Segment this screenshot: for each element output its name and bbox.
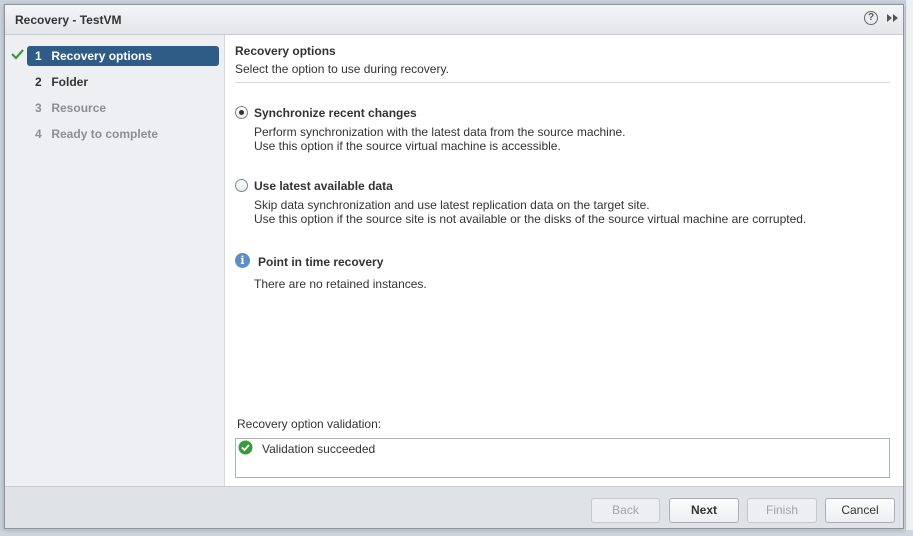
dialog-titlebar: Recovery - TestVM ? bbox=[5, 5, 903, 35]
step-label: Recovery options bbox=[51, 49, 153, 63]
help-icon[interactable]: ? bbox=[864, 11, 878, 25]
recovery-dialog: Recovery - TestVM ? 1 Recovery options 2… bbox=[4, 4, 904, 529]
step-recovery-options[interactable]: 1 Recovery options bbox=[27, 46, 219, 66]
success-check-icon bbox=[238, 440, 253, 455]
latest-data-option-label[interactable]: Use latest available data bbox=[254, 179, 393, 193]
next-button[interactable]: Next bbox=[669, 498, 739, 523]
step-ready-to-complete: 4 Ready to complete bbox=[35, 127, 159, 141]
dialog-footer: Back Next Finish Cancel bbox=[5, 486, 903, 528]
cancel-button[interactable]: Cancel bbox=[825, 498, 895, 523]
step-label: Folder bbox=[51, 75, 89, 89]
pit-text: There are no retained instances. bbox=[254, 277, 427, 291]
synchronize-option-label[interactable]: Synchronize recent changes bbox=[254, 106, 417, 120]
back-button[interactable]: Back bbox=[591, 498, 660, 523]
expand-icon[interactable] bbox=[885, 11, 901, 25]
step-folder[interactable]: 2 Folder bbox=[27, 72, 219, 92]
latest-data-desc-2: Use this option if the source site is no… bbox=[254, 212, 807, 226]
validation-status: Validation succeeded bbox=[262, 442, 376, 456]
background-app-bottom bbox=[0, 530, 913, 536]
latest-data-radio[interactable] bbox=[235, 179, 248, 192]
wizard-steps-sidebar: 1 Recovery options 2 Folder 3 Resource 4… bbox=[5, 35, 225, 486]
step-label: Ready to complete bbox=[51, 127, 159, 141]
step-resource: 3 Resource bbox=[35, 101, 107, 115]
finish-button[interactable]: Finish bbox=[747, 498, 817, 523]
synchronize-radio[interactable] bbox=[235, 106, 248, 119]
pit-title: Point in time recovery bbox=[258, 255, 384, 269]
info-icon: i bbox=[235, 253, 250, 268]
synchronize-desc-2: Use this option if the source virtual ma… bbox=[254, 139, 561, 153]
dialog-title: Recovery - TestVM bbox=[15, 13, 122, 27]
divider bbox=[235, 82, 890, 83]
step-complete-check-icon bbox=[11, 49, 24, 60]
wizard-content: Recovery options Select the option to us… bbox=[225, 35, 905, 486]
page-subtitle: Select the option to use during recovery… bbox=[235, 62, 449, 76]
latest-data-desc-1: Skip data synchronization and use latest… bbox=[254, 198, 650, 212]
validation-label: Recovery option validation: bbox=[237, 417, 382, 431]
synchronize-desc-1: Perform synchronization with the latest … bbox=[254, 125, 626, 139]
step-label: Resource bbox=[51, 101, 107, 115]
validation-box: Validation succeeded bbox=[235, 438, 890, 478]
background-app-right bbox=[905, 0, 913, 536]
radio-selected-dot bbox=[239, 110, 244, 115]
page-title: Recovery options bbox=[235, 44, 336, 58]
